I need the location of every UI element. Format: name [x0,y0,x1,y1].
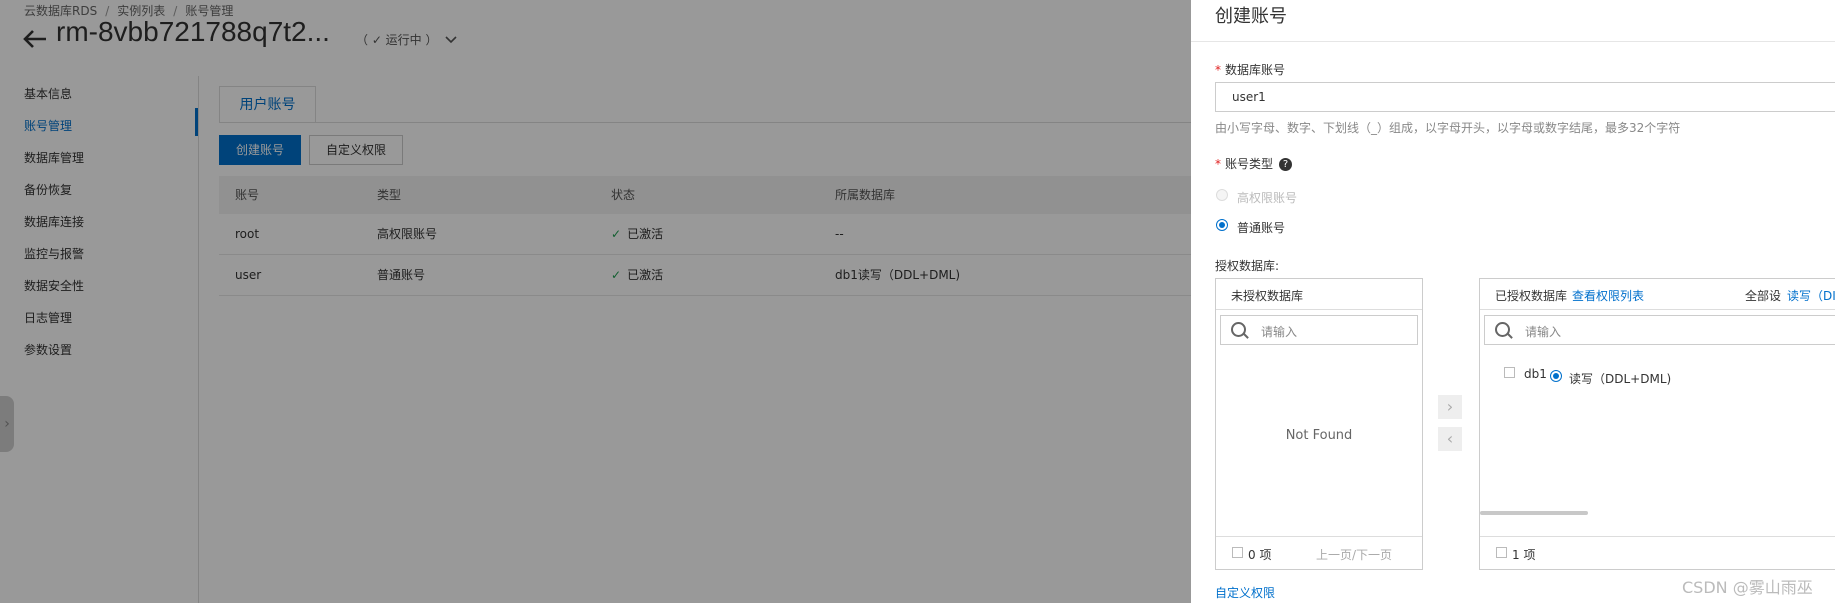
db-account-hint: 由小写字母、数字、下划线（_）组成，以字母开头，以字母或数字结尾，最多32个字符 [1215,121,1681,135]
authorized-count: 1 项 [1512,548,1536,562]
radio-privileged-account [1216,189,1228,201]
db1-permission-label: 读写（DDL+DML) [1569,372,1672,386]
db1-readwrite-radio[interactable] [1550,370,1562,382]
authorized-db-header: 已授权数据库 查看权限列表 全部设 读写（DI [1480,279,1835,310]
chevron-left-icon[interactable]: ‹ [1438,427,1462,451]
authorized-db-search[interactable]: 请输入 [1484,315,1835,345]
search-icon [1495,322,1510,337]
unauthorized-db-header: 未授权数据库 [1216,279,1422,310]
db-account-label: * 数据库账号 [1215,63,1286,77]
authorized-db-footer: 1 项 [1480,536,1835,569]
help-icon[interactable]: ? [1279,158,1293,171]
auth-db-label: 授权数据库: [1215,259,1280,273]
horizontal-scrollbar[interactable] [1480,511,1588,515]
search-icon [1231,322,1246,337]
select-all-checkbox[interactable] [1496,547,1507,558]
db-account-input[interactable]: user1 [1215,82,1835,112]
custom-permission-link[interactable]: 自定义权限 [1215,584,1275,601]
db1-checkbox[interactable] [1504,367,1515,378]
account-type-label: * 账号类型? [1215,155,1293,172]
radio-normal-label: 普通账号 [1237,221,1286,235]
db1-name: db1 [1524,367,1547,381]
radio-normal-account[interactable] [1216,219,1228,231]
unauthorized-db-panel: 未授权数据库 请输入 Not Found 0 项 上一页/下一页 [1215,278,1423,570]
authorized-db-title: 已授权数据库 [1495,289,1568,303]
drawer-title-divider [1191,41,1835,42]
set-all-readwrite-link[interactable]: 读写（DI [1787,287,1835,304]
radio-privileged-label: 高权限账号 [1237,191,1298,205]
drawer-title: 创建账号 [1215,6,1287,27]
unauthorized-db-title: 未授权数据库 [1231,289,1304,303]
unauthorized-count: 0 项 [1248,548,1272,562]
select-all-checkbox[interactable] [1232,547,1243,558]
modal-overlay[interactable] [0,0,1191,603]
unauthorized-db-footer: 0 项 上一页/下一页 [1216,536,1422,569]
watermark: CSDN @雾山雨巫 [1682,578,1813,597]
view-permission-list-link[interactable]: 查看权限列表 [1572,287,1644,304]
chevron-right-icon[interactable]: › [1438,395,1462,419]
set-all-label: 全部设 [1745,289,1782,303]
pager[interactable]: 上一页/下一页 [1316,546,1392,563]
authorized-db-panel: 已授权数据库 查看权限列表 全部设 读写（DI 请输入 db1 读写（DDL+D… [1479,278,1835,570]
empty-text: Not Found [1285,428,1353,443]
unauthorized-db-search[interactable]: 请输入 [1220,315,1418,345]
db-account-value: user1 [1232,90,1266,104]
